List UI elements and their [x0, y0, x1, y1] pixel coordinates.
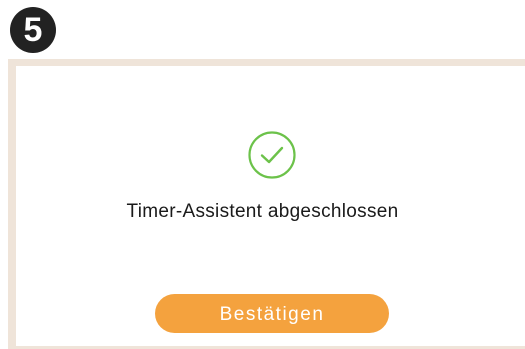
confirm-button[interactable]: Bestätigen	[155, 294, 389, 333]
completion-message: Timer-Assistent abgeschlossen	[126, 201, 399, 222]
check-circle-icon	[247, 130, 297, 180]
step-number-badge: 5	[10, 7, 56, 53]
step-illustration: 5 Timer-Assistent abgeschlossen Bestätig…	[0, 0, 525, 349]
